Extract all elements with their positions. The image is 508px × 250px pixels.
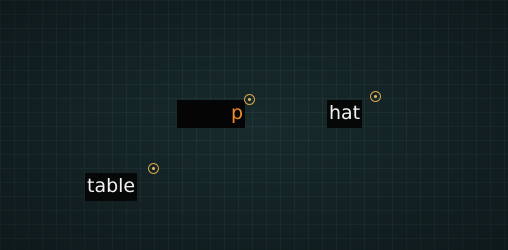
word-tag-text: p: [230, 102, 243, 124]
game-board: p hat table: [0, 0, 508, 250]
word-tag-table[interactable]: table: [85, 173, 138, 201]
target-reticle-icon: [370, 91, 381, 102]
word-tag-hat[interactable]: hat: [327, 100, 363, 128]
word-tag-text: table: [87, 175, 136, 197]
target-reticle-icon: [148, 163, 159, 174]
word-tag-text: hat: [329, 102, 361, 124]
word-tag-typing[interactable]: p: [177, 100, 245, 128]
target-reticle-icon: [244, 94, 255, 105]
